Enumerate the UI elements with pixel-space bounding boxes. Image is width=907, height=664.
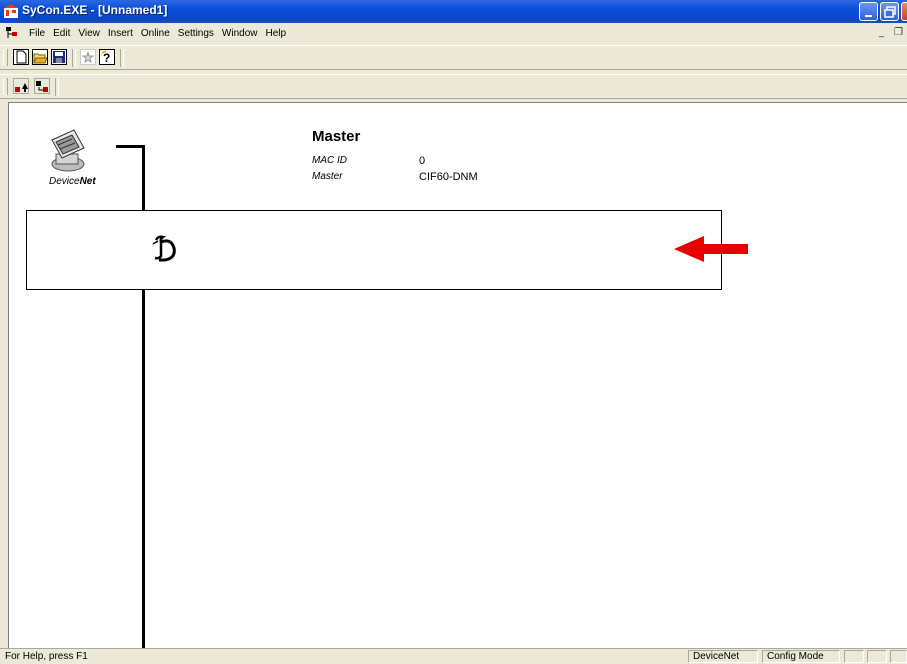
status-pane-mode: Config Mode (762, 650, 840, 663)
menu-help[interactable]: Help (262, 28, 291, 39)
status-pane-network: DeviceNet (688, 650, 758, 663)
menu-file[interactable]: File (25, 28, 49, 39)
maximize-button[interactable] (880, 2, 899, 21)
status-pane-empty (890, 650, 907, 663)
help-icon: ? (101, 50, 110, 65)
save-button[interactable] (51, 49, 67, 65)
move-down-icon (36, 81, 48, 92)
menu-items: File Edit View Insert Online Settings Wi… (25, 28, 290, 39)
run-button[interactable] (80, 49, 96, 65)
devicenet-label-normal: Device (49, 176, 80, 187)
devicenet-master-icon[interactable] (44, 128, 90, 174)
master-value: CIF60-DNM (419, 171, 478, 183)
toolbar-separator (120, 49, 124, 67)
minimize-button[interactable] (859, 2, 878, 21)
status-bar: For Help, press F1 DeviceNet Config Mode (0, 648, 907, 664)
mdi-minimize-button[interactable]: _ (879, 27, 888, 38)
help-button[interactable]: ? (99, 49, 115, 65)
menu-online[interactable]: Online (137, 28, 174, 39)
document-icon[interactable] (5, 26, 19, 40)
menu-view[interactable]: View (74, 28, 104, 39)
standard-toolbar: ? (0, 45, 907, 70)
menu-window[interactable]: Window (218, 28, 262, 39)
insert-position-arrow-icon (674, 236, 748, 262)
menu-insert[interactable]: Insert (104, 28, 137, 39)
toolbar-separator (55, 78, 59, 96)
open-icon (33, 53, 48, 64)
bus-connector (116, 145, 145, 148)
open-button[interactable] (32, 49, 48, 65)
devicenet-label: DeviceNet (49, 176, 96, 187)
mdi-restore-button[interactable]: ❐ (894, 27, 903, 38)
new-button[interactable] (13, 49, 29, 65)
toolbar-grip[interactable] (3, 78, 8, 95)
menu-edit[interactable]: Edit (49, 28, 74, 39)
master-label: Master (312, 171, 343, 182)
close-button[interactable] (901, 2, 907, 21)
network-toolbar (0, 74, 907, 99)
menu-settings[interactable]: Settings (174, 28, 218, 39)
status-pane-empty (867, 650, 887, 663)
move-down-button[interactable] (34, 78, 50, 94)
run-icon (81, 51, 95, 64)
status-help-text: For Help, press F1 (5, 651, 88, 662)
devicenet-label-bold: Net (79, 176, 96, 187)
sycon-app-icon[interactable] (3, 4, 19, 19)
master-title: Master (312, 128, 361, 145)
mac-id-label: MAC ID (312, 155, 347, 166)
title-bar[interactable]: SyCon.EXE - [Unnamed1] (0, 0, 907, 23)
move-up-button[interactable] (13, 78, 29, 94)
window-title: SyCon.EXE - [Unnamed1] (22, 3, 168, 17)
mdi-controls: _ ❐ (879, 27, 903, 38)
new-icon (16, 50, 27, 64)
toolbar-grip[interactable] (3, 49, 8, 66)
save-icon (53, 51, 65, 63)
move-up-icon (15, 83, 28, 92)
toolbar-separator (72, 49, 76, 67)
status-pane-empty (844, 650, 864, 663)
device-node-slot[interactable] (26, 210, 722, 290)
node-marker-icon (150, 234, 180, 271)
mac-id-value: 0 (419, 155, 426, 167)
